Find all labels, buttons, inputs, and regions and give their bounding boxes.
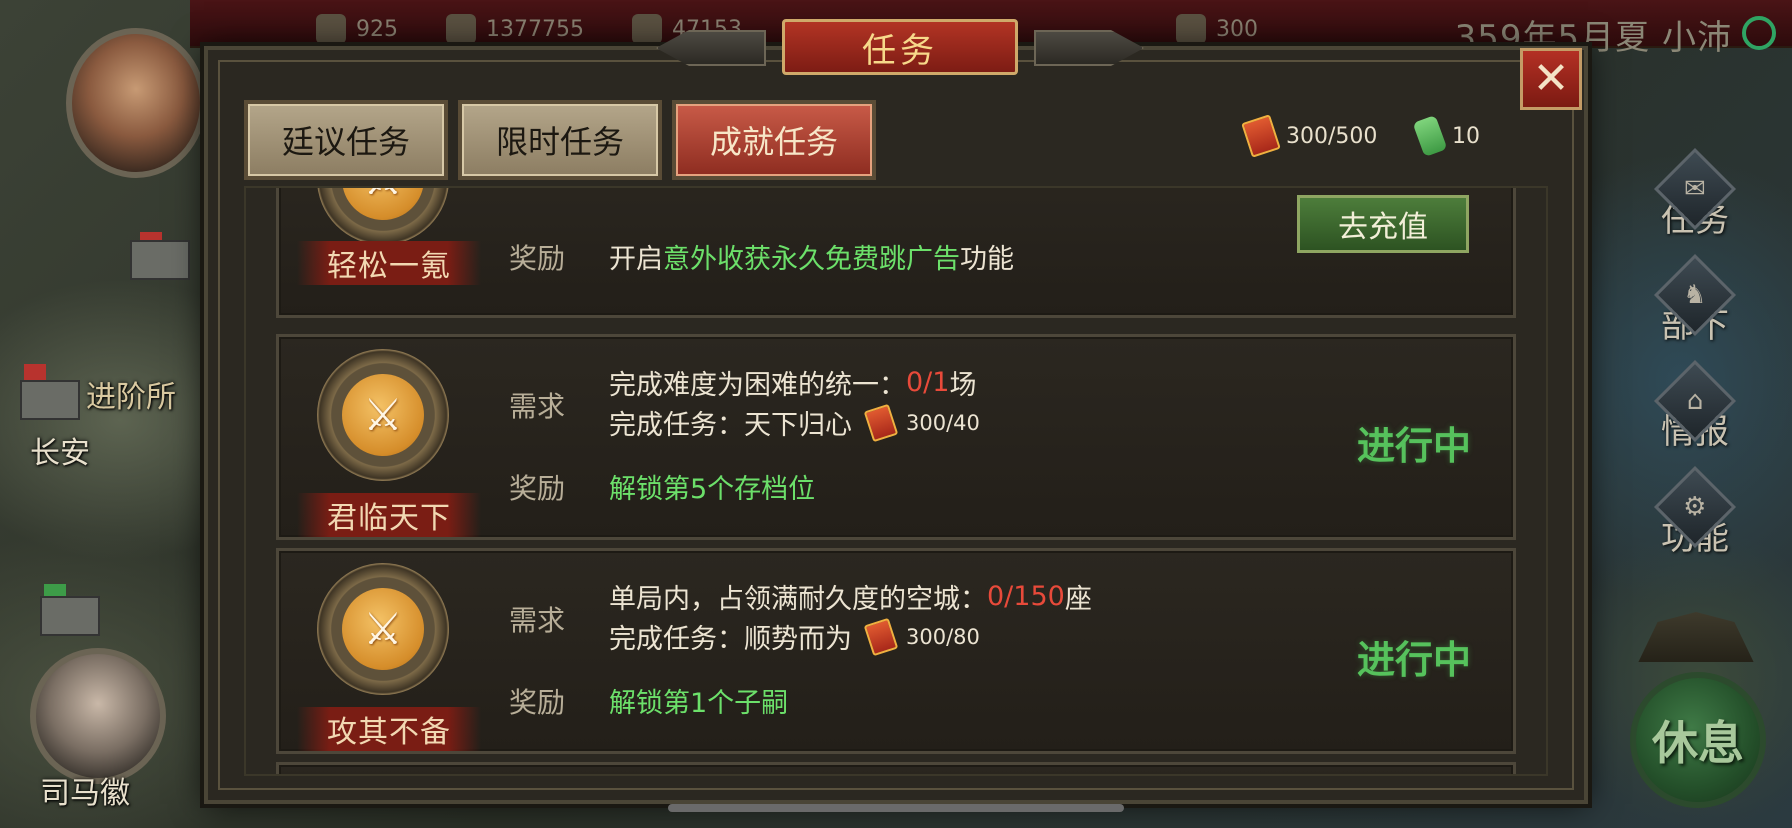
dialog-header: 任务 — [656, 16, 1144, 78]
tab-achievement-tasks[interactable]: 成就任务 — [672, 100, 876, 180]
money-icon — [446, 14, 476, 44]
task-card: ⚔ 攻其不备 需求 单局内，占领满耐久度的空城： 0/150 座 完成任务：顺势而为… — [276, 548, 1516, 754]
close-icon: ✕ — [1532, 53, 1570, 104]
reward-text: 解锁第5个存档位 — [609, 474, 816, 505]
advisor-name: 司马徽 — [40, 776, 130, 811]
task-card — [276, 762, 1516, 774]
requirement-1: 完成难度为困难的统一： 0/1 场 — [609, 367, 977, 401]
crossed-swords-icon: ⚔ — [342, 188, 424, 220]
task-medal: ⚔ — [317, 563, 449, 695]
close-button[interactable]: ✕ — [1520, 48, 1582, 110]
requirement-1: 单局内，占领满耐久度的空城： 0/150 座 — [609, 581, 1092, 615]
side-nav-tasks[interactable]: ✉ 任务 — [1640, 147, 1750, 258]
requirement-label: 需求 — [509, 390, 566, 423]
rest-button[interactable]: 休息 — [1630, 672, 1766, 808]
jade-counter: 10 — [1412, 114, 1480, 158]
food-icon — [316, 14, 346, 44]
resource-money: 1377755 — [446, 14, 584, 44]
advisor-avatar[interactable] — [30, 648, 166, 784]
red-flag-icon — [24, 364, 46, 380]
task-name: 君临天下 — [297, 493, 481, 537]
resource-token: 300 — [1176, 14, 1258, 44]
side-nav-subordinates[interactable]: ♞ 部下 — [1640, 253, 1750, 364]
city-marker[interactable] — [130, 240, 190, 280]
recharge-button[interactable]: 去充值 — [1297, 195, 1469, 253]
reward-label: 奖励 — [509, 472, 566, 505]
player-avatar[interactable] — [66, 28, 206, 178]
requirement-label: 需求 — [509, 604, 566, 637]
task-card: ⚔ 君临天下 需求 完成难度为困难的统一： 0/1 场 完成任务：天下归心 300/4… — [276, 334, 1516, 540]
status-in-progress: 进行中 — [1356, 637, 1471, 682]
city-marker[interactable] — [20, 380, 80, 420]
task-medal: ⚔ — [317, 349, 449, 481]
tab-timed-tasks[interactable]: 限时任务 — [458, 100, 662, 180]
signal-icon — [1742, 16, 1776, 50]
reward-text: 解锁第1个子嗣 — [609, 688, 789, 719]
status-in-progress: 进行中 — [1356, 423, 1471, 468]
grain-icon — [632, 14, 662, 44]
reward-label: 奖励 — [509, 242, 566, 275]
crossed-swords-icon: ⚔ — [342, 374, 424, 456]
city-marker[interactable] — [40, 596, 100, 636]
side-nav-intel[interactable]: ⌂ 情报 — [1640, 359, 1750, 470]
red-token-icon — [863, 617, 899, 656]
red-token-icon — [1241, 114, 1281, 158]
token-icon — [1176, 14, 1206, 44]
red-token-counter: 300/500 — [1241, 114, 1377, 158]
tab-court-tasks[interactable]: 廷议任务 — [244, 100, 448, 180]
task-card: ⚔ 轻松一氪 奖励 开启意外收获永久免费跳广告功能 去充值 — [276, 188, 1516, 318]
green-jade-icon — [1412, 114, 1448, 158]
dialog-title: 任务 — [782, 19, 1018, 75]
requirement-2: 完成任务：天下归心 300/40 — [609, 403, 980, 442]
requirement-2: 完成任务：顺势而为 300/80 — [609, 617, 980, 656]
city-label-advance[interactable]: 进阶所 — [86, 372, 176, 416]
reward-label: 奖励 — [509, 686, 566, 719]
task-name: 轻松一氪 — [297, 241, 481, 285]
task-medal: ⚔ — [317, 188, 449, 245]
task-list[interactable]: ⚔ 轻松一氪 奖励 开启意外收获永久免费跳广告功能 去充值 ⚔ 君临天下 需求 … — [244, 186, 1548, 776]
reward-text: 开启 意外收获永久免费跳广告 功能 — [609, 244, 1014, 275]
home-indicator[interactable] — [668, 804, 1124, 812]
resource-food: 925 — [316, 14, 398, 44]
crossed-swords-icon: ⚔ — [342, 588, 424, 670]
city-label-changan[interactable]: 长安 — [30, 428, 90, 472]
side-nav-functions[interactable]: ⚙ 功能 — [1640, 465, 1750, 576]
task-name: 攻其不备 — [297, 707, 481, 751]
red-token-icon — [863, 403, 899, 442]
task-tabs: 廷议任务 限时任务 成就任务 — [244, 100, 876, 180]
side-nav: ✉ 任务 ♞ 部下 ⌂ 情报 ⚙ 功能 — [1640, 147, 1750, 576]
